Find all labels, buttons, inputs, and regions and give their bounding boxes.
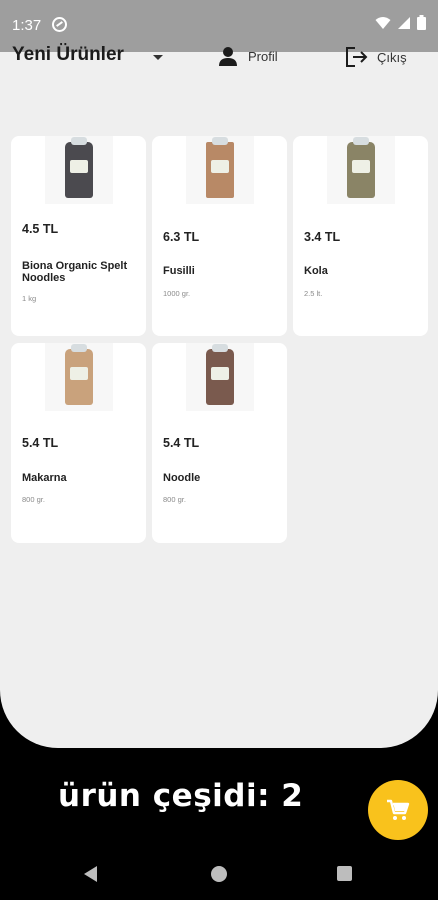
- product-image: [45, 136, 113, 204]
- status-icons: [375, 15, 426, 30]
- product-card[interactable]: 3.4 TL Kola 2.5 lt.: [293, 136, 428, 336]
- status-time: 1:37: [12, 17, 42, 34]
- page-title[interactable]: Yeni Ürünler: [12, 44, 124, 66]
- product-quantity: 800 gr.: [163, 495, 186, 504]
- wifi-icon: [375, 16, 391, 29]
- product-count-summary: ürün çeşidi: 2: [58, 778, 304, 814]
- home-icon[interactable]: [211, 866, 227, 882]
- product-grid: 4.5 TL Biona Organic Spelt Noodles 1 kg …: [11, 136, 429, 543]
- logout-label: Çıkış: [377, 49, 407, 65]
- product-card[interactable]: 5.4 TL Noodle 800 gr.: [152, 343, 287, 543]
- product-card[interactable]: 5.4 TL Makarna 800 gr.: [11, 343, 146, 543]
- product-quantity: 800 gr.: [22, 495, 45, 504]
- back-icon[interactable]: [84, 866, 97, 882]
- chevron-down-icon[interactable]: [153, 55, 163, 60]
- product-package: [206, 137, 234, 198]
- cart-button[interactable]: [368, 780, 428, 840]
- product-image: [186, 343, 254, 411]
- product-price: 5.4 TL: [22, 436, 59, 450]
- battery-icon: [417, 15, 426, 30]
- product-image: [186, 136, 254, 204]
- logout-icon: [346, 47, 368, 67]
- product-card[interactable]: 4.5 TL Biona Organic Spelt Noodles 1 kg: [11, 136, 146, 336]
- product-card[interactable]: 6.3 TL Fusilli 1000 gr.: [152, 136, 287, 336]
- signal-icon: [398, 16, 410, 29]
- product-name: Kola: [304, 265, 328, 277]
- product-image: [327, 136, 395, 204]
- product-price: 4.5 TL: [22, 222, 59, 236]
- product-quantity: 2.5 lt.: [304, 289, 323, 298]
- product-package: [206, 344, 234, 405]
- product-quantity: 1000 gr.: [163, 289, 191, 298]
- product-package: [347, 137, 375, 198]
- product-package: [65, 344, 93, 405]
- product-name: Noodle: [163, 472, 201, 484]
- product-price: 5.4 TL: [163, 436, 200, 450]
- product-price: 6.3 TL: [163, 230, 200, 244]
- sync-icon: [52, 17, 67, 32]
- product-name: Fusilli: [163, 265, 195, 277]
- product-quantity: 1 kg: [22, 294, 37, 303]
- profile-label: Profil: [248, 48, 278, 64]
- profile-button[interactable]: Profil: [218, 46, 278, 66]
- person-icon: [219, 47, 237, 66]
- product-package: [65, 137, 93, 198]
- logout-button[interactable]: Çıkış: [345, 46, 407, 68]
- cart-icon: [387, 799, 410, 820]
- product-name: Biona Organic Spelt Noodles: [22, 260, 128, 284]
- product-name: Makarna: [22, 472, 67, 484]
- product-price: 3.4 TL: [304, 230, 341, 244]
- recents-icon[interactable]: [337, 866, 352, 881]
- product-image: [45, 343, 113, 411]
